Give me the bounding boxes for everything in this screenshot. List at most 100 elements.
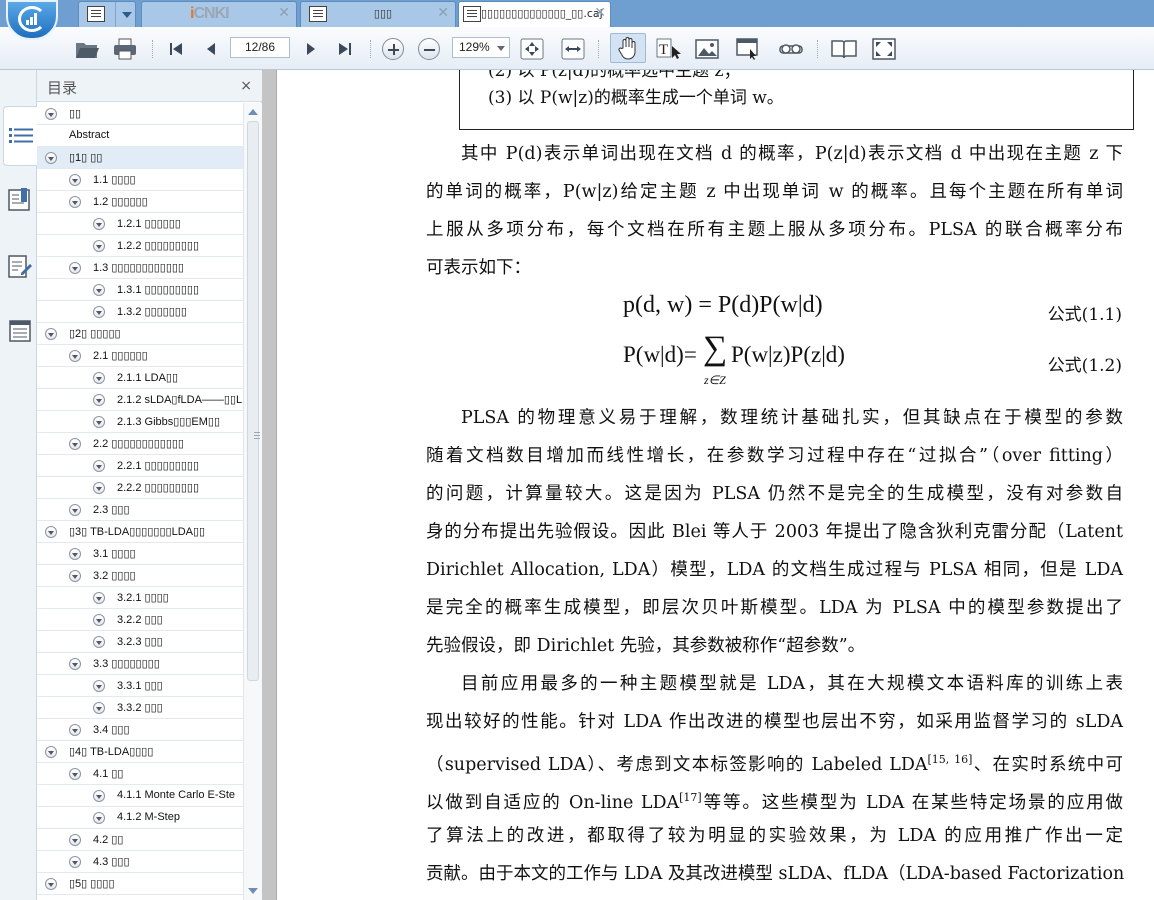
toc-item[interactable]: 1.3 ▯▯▯▯▯▯▯▯▯▯▯▯	[37, 257, 243, 279]
tab-close-icon[interactable]: ✕	[278, 5, 290, 21]
toc-item[interactable]: 4.1 ▯▯	[37, 763, 243, 785]
expand-toggle-icon[interactable]	[93, 812, 105, 824]
expand-toggle-icon[interactable]	[69, 768, 81, 780]
expand-toggle-icon[interactable]	[69, 174, 81, 186]
toc-item[interactable]: 4.1.2 M-Step	[37, 807, 243, 829]
expand-toggle-icon[interactable]	[45, 746, 57, 758]
expand-toggle-icon[interactable]	[45, 878, 57, 890]
tab-close-icon[interactable]: ✕	[594, 5, 606, 21]
toc-item[interactable]: ▯5▯ ▯▯▯▯	[37, 873, 243, 895]
scroll-up-icon[interactable]	[248, 109, 258, 115]
toc-item[interactable]: 3.2 ▯▯▯▯	[37, 565, 243, 587]
scroll-thumb[interactable]	[247, 121, 260, 681]
toc-item[interactable]: 2.1.1 LDA▯▯	[37, 367, 243, 389]
page-number-input[interactable]: 12/86	[230, 37, 290, 58]
expand-toggle-icon[interactable]	[45, 152, 57, 164]
toc-item[interactable]: 1.1 ▯▯▯▯	[37, 169, 243, 191]
expand-toggle-icon[interactable]	[69, 724, 81, 736]
toc-item[interactable]: ▯1▯ ▯▯	[37, 147, 243, 169]
toc-item[interactable]: 3.3 ▯▯▯▯▯▯▯▯	[37, 653, 243, 675]
toc-panel-button[interactable]	[3, 106, 37, 166]
full-screen-icon[interactable]	[871, 36, 897, 62]
annotations-panel-button[interactable]	[3, 236, 37, 296]
expand-toggle-icon[interactable]	[93, 790, 105, 802]
toc-item[interactable]: 3.3.2 ▯▯▯	[37, 697, 243, 719]
expand-toggle-icon[interactable]	[93, 460, 105, 472]
previous-page-icon[interactable]	[198, 36, 224, 62]
expand-toggle-icon[interactable]	[93, 702, 105, 714]
expand-toggle-icon[interactable]	[93, 482, 105, 494]
fit-width-icon[interactable]	[560, 36, 586, 62]
expand-toggle-icon[interactable]	[69, 548, 81, 560]
toc-item[interactable]: 2.1.2 sLDA▯fLDA——▯▯L	[37, 389, 243, 411]
toc-scrollbar[interactable]	[243, 103, 262, 900]
toc-item[interactable]: ▯2▯ ▯▯▯▯▯	[37, 323, 243, 345]
toc-item[interactable]: 4.2 ▯▯	[37, 829, 243, 851]
tools-icon[interactable]	[778, 36, 804, 62]
toc-item[interactable]: Abstract	[37, 125, 243, 147]
toc-item[interactable]: 2.3 ▯▯▯	[37, 499, 243, 521]
toc-item[interactable]: 4.1.1 Monte Carlo E-Ste	[37, 785, 243, 807]
expand-toggle-icon[interactable]	[69, 834, 81, 846]
notes-panel-button[interactable]	[3, 300, 37, 360]
print-icon[interactable]	[112, 36, 138, 62]
toc-item[interactable]: 2.2.1 ▯▯▯▯▯▯▯▯▯	[37, 455, 243, 477]
next-page-icon[interactable]	[298, 36, 324, 62]
toc-item[interactable]: ▯3▯ TB-LDA▯▯▯▯▯▯▯LDA▯▯	[37, 521, 243, 543]
tab-cnki[interactable]: iCNKI ✕	[141, 1, 297, 27]
toc-close-icon[interactable]: ×	[240, 78, 252, 94]
expand-toggle-icon[interactable]	[93, 218, 105, 230]
expand-toggle-icon[interactable]	[69, 438, 81, 450]
expand-toggle-icon[interactable]	[69, 856, 81, 868]
expand-toggle-icon[interactable]	[45, 328, 57, 340]
first-page-icon[interactable]	[163, 36, 189, 62]
toc-item[interactable]: 3.3.1 ▯▯▯	[37, 675, 243, 697]
tab-active-document[interactable]: ▯▯▯▯▯▯▯▯▯▯▯▯▯▯_▯▯.caj ✕	[458, 1, 611, 27]
expand-toggle-icon[interactable]	[69, 196, 81, 208]
toc-item[interactable]: 2.1.3 Gibbs▯▯▯EM▯▯	[37, 411, 243, 433]
snapshot-icon[interactable]	[736, 36, 762, 62]
document-page[interactable]: (2) 以 P(z|d)的概率选中主题 z； (3) 以 P(w|z)的概率生成…	[276, 70, 1154, 900]
toc-item[interactable]: ▯▯	[37, 103, 243, 125]
scroll-down-icon[interactable]	[248, 888, 258, 894]
image-select-icon[interactable]	[695, 36, 721, 62]
bookmarks-panel-button[interactable]	[3, 170, 37, 230]
expand-toggle-icon[interactable]	[93, 592, 105, 604]
zoom-out-icon[interactable]	[416, 36, 442, 62]
expand-toggle-icon[interactable]	[93, 240, 105, 252]
hand-tool-icon[interactable]	[610, 33, 646, 63]
toc-item[interactable]: 4.3 ▯▯▯	[37, 851, 243, 873]
expand-toggle-icon[interactable]	[93, 416, 105, 428]
expand-toggle-icon[interactable]	[93, 394, 105, 406]
toc-item[interactable]: 1.2.1 ▯▯▯▯▯▯	[37, 213, 243, 235]
tab-home[interactable]	[78, 1, 137, 28]
toc-item[interactable]: 1.3.2 ▯▯▯▯▯▯▯	[37, 301, 243, 323]
expand-toggle-icon[interactable]	[93, 636, 105, 648]
expand-toggle-icon[interactable]	[93, 372, 105, 384]
fit-page-icon[interactable]	[519, 36, 545, 62]
text-select-icon[interactable]: T	[656, 36, 682, 62]
expand-toggle-icon[interactable]	[45, 526, 57, 538]
toc-item[interactable]: 3.2.2 ▯▯▯	[37, 609, 243, 631]
expand-toggle-icon[interactable]	[93, 680, 105, 692]
toc-item[interactable]: 3.2.1 ▯▯▯▯	[37, 587, 243, 609]
expand-toggle-icon[interactable]	[93, 306, 105, 318]
expand-toggle-icon[interactable]	[69, 658, 81, 670]
toc-item[interactable]: 2.2 ▯▯▯▯▯▯▯▯▯▯▯▯	[37, 433, 243, 455]
toc-item[interactable]: 1.2 ▯▯▯▯▯▯	[37, 191, 243, 213]
expand-toggle-icon[interactable]	[93, 284, 105, 296]
expand-toggle-icon[interactable]	[69, 504, 81, 516]
expand-toggle-icon[interactable]	[69, 570, 81, 582]
toc-item[interactable]: 2.1 ▯▯▯▯▯▯	[37, 345, 243, 367]
tab-menu-dropdown-icon[interactable]	[115, 2, 137, 28]
reading-mode-icon[interactable]	[829, 36, 859, 62]
toc-item[interactable]: 1.2.2 ▯▯▯▯▯▯▯▯▯	[37, 235, 243, 257]
zoom-in-icon[interactable]	[380, 36, 406, 62]
tab-document-2[interactable]: ▯▯▯ ✕	[300, 1, 456, 27]
last-page-icon[interactable]	[332, 36, 358, 62]
tab-close-icon[interactable]: ✕	[437, 5, 449, 21]
toc-item[interactable]: 3.2.3 ▯▯▯	[37, 631, 243, 653]
expand-toggle-icon[interactable]	[93, 614, 105, 626]
toc-item[interactable]: 1.3.1 ▯▯▯▯▯▯▯▯▯	[37, 279, 243, 301]
toc-item[interactable]: ▯4▯ TB-LDA▯▯▯▯	[37, 741, 243, 763]
